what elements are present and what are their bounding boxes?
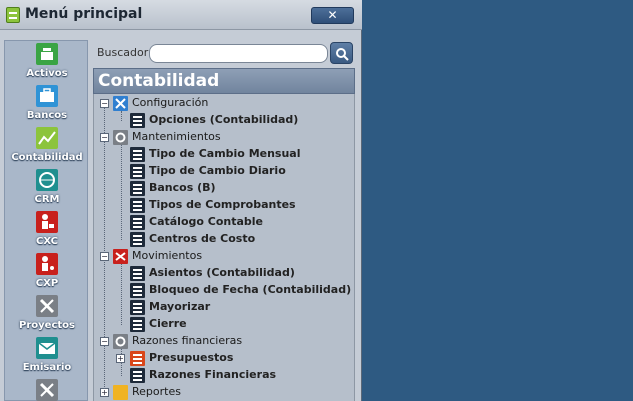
sidebar-item-activos[interactable]: Activos (5, 41, 89, 83)
tools-icon (113, 96, 128, 111)
tree-leaf-asientos[interactable]: Asientos (Contabilidad) (94, 265, 354, 282)
sidebar-item-crm[interactable]: CRM (5, 167, 89, 209)
sidebar-item-bancos[interactable]: Bancos (5, 83, 89, 125)
sidebar-item-cxp[interactable]: CXP (5, 251, 89, 293)
tree-leaf-cierre[interactable]: Cierre (94, 316, 354, 333)
tree-leaf-bloqueo-fecha[interactable]: Bloqueo de Fecha (Contabilidad) (94, 282, 354, 299)
list-icon (130, 317, 145, 332)
list-icon (130, 113, 145, 128)
close-button[interactable]: ✕ (311, 7, 354, 24)
window-title: Menú principal (25, 6, 143, 22)
tree-node-label: Mantenimientos (132, 130, 221, 143)
collapse-icon[interactable]: − (100, 133, 109, 142)
sidebar-item-proyectos[interactable]: Proyectos (5, 293, 89, 335)
main-menu-window: Menú principal ✕ Activos Bancos Contabil… (0, 0, 362, 401)
list-icon (130, 232, 145, 247)
tree-leaf-catalogo-contable[interactable]: Catálogo Contable (94, 214, 354, 231)
list-icon (130, 147, 145, 162)
chart-icon (36, 127, 58, 149)
menu-tree: − Configuración Opciones (Contabilidad) … (93, 94, 355, 401)
list-icon (130, 266, 145, 281)
tree-node-label: Configuración (132, 96, 209, 109)
sidebar-item-cxc[interactable]: CXC (5, 209, 89, 251)
sidebar-item-emisario[interactable]: Emisario (5, 335, 89, 377)
tree-leaf-opciones[interactable]: Opciones (Contabilidad) (94, 112, 354, 129)
sidebar-item-label: Bancos (26, 110, 68, 121)
collapse-icon[interactable]: − (100, 252, 109, 261)
tree-node-label: Movimientos (132, 249, 203, 262)
gear-icon (113, 334, 128, 349)
titlebar: Menú principal ✕ (0, 0, 362, 30)
briefcase-icon (36, 85, 58, 107)
tree-leaf-label: Bancos (B) (149, 181, 216, 194)
tree-node-label: Reportes (132, 385, 181, 398)
tree-leaf-label: Tipos de Comprobantes (149, 198, 296, 211)
wrench-icon (36, 379, 58, 401)
sidebar-item-label: CRM (34, 194, 60, 205)
list-icon (130, 351, 145, 366)
envelope-icon (36, 337, 58, 359)
list-icon (130, 198, 145, 213)
tree-leaf-razones-financieras[interactable]: Razones Financieras (94, 367, 354, 384)
shuffle-icon (113, 249, 128, 264)
section-title: Contabilidad (93, 68, 355, 94)
search-input[interactable] (149, 44, 328, 63)
list-icon (130, 181, 145, 196)
sidebar-item-label: Emisario (22, 362, 72, 373)
search-icon (336, 48, 349, 61)
person-money-icon (36, 211, 58, 233)
tree-node-reportes[interactable]: + Reportes (94, 384, 354, 401)
sidebar-item-contabilidad[interactable]: Contabilidad (5, 125, 89, 167)
globe-icon (36, 169, 58, 191)
tree-leaf-label: Asientos (Contabilidad) (149, 266, 295, 279)
list-icon (130, 368, 145, 383)
expand-icon[interactable]: + (116, 354, 125, 363)
tree-leaf-tipo-cambio-diario[interactable]: Tipo de Cambio Diario (94, 163, 354, 180)
folder-icon (113, 385, 128, 400)
tree-leaf-centros-costo[interactable]: Centros de Costo (94, 231, 354, 248)
tree-leaf-label: Razones Financieras (149, 368, 277, 381)
tree-leaf-tipo-cambio-mensual[interactable]: Tipo de Cambio Mensual (94, 146, 354, 163)
sidebar-item-label: Contabilidad (11, 152, 83, 163)
tree-leaf-label: Catálogo Contable (149, 215, 264, 228)
tree-leaf-label: Mayorizar (149, 300, 211, 313)
tree-leaf-mayorizar[interactable]: Mayorizar (94, 299, 354, 316)
tree-node-movimientos[interactable]: − Movimientos (94, 248, 354, 265)
tree-leaf-label: Bloqueo de Fecha (Contabilidad) (149, 283, 352, 296)
list-icon (130, 215, 145, 230)
person-coins-icon (36, 253, 58, 275)
module-sidebar: Activos Bancos Contabilidad CRM CXC CXP … (4, 40, 88, 401)
tree-leaf-label: Cierre (149, 317, 187, 330)
tree-node-razones-financieras[interactable]: − Razones financieras (94, 333, 354, 350)
list-icon (130, 283, 145, 298)
tree-node-mantenimientos[interactable]: − Mantenimientos (94, 129, 354, 146)
tree-leaf-label: Centros de Costo (149, 232, 256, 245)
sidebar-item-label: Proyectos (19, 320, 75, 331)
tree-leaf-label: Tipo de Cambio Diario (149, 164, 286, 177)
tools-icon (36, 295, 58, 317)
search-label: Buscador: (97, 46, 152, 59)
list-icon (130, 300, 145, 315)
tree-node-configuracion[interactable]: − Configuración (94, 95, 354, 112)
tree-leaf-label: Tipo de Cambio Mensual (149, 147, 301, 160)
tree-leaf-bancos-b[interactable]: Bancos (B) (94, 180, 354, 197)
list-icon (130, 164, 145, 179)
collapse-icon[interactable]: − (100, 99, 109, 108)
tree-node-label: Razones financieras (132, 334, 243, 347)
tree-node-presupuestos[interactable]: + Presupuestos (94, 350, 354, 367)
tree-leaf-tipos-comprobantes[interactable]: Tipos de Comprobantes (94, 197, 354, 214)
sidebar-item-tools[interactable] (5, 377, 89, 401)
tree-leaf-label: Opciones (Contabilidad) (149, 113, 299, 126)
tree-node-label: Presupuestos (149, 351, 234, 364)
sidebar-item-label: CXP (35, 278, 59, 289)
sidebar-item-label: Activos (26, 68, 68, 79)
cash-register-icon (36, 43, 58, 65)
search-button[interactable] (330, 42, 353, 64)
expand-icon[interactable]: + (100, 388, 109, 397)
menu-icon (6, 7, 20, 23)
collapse-icon[interactable]: − (100, 337, 109, 346)
gear-icon (113, 130, 128, 145)
sidebar-item-label: CXC (35, 236, 59, 247)
